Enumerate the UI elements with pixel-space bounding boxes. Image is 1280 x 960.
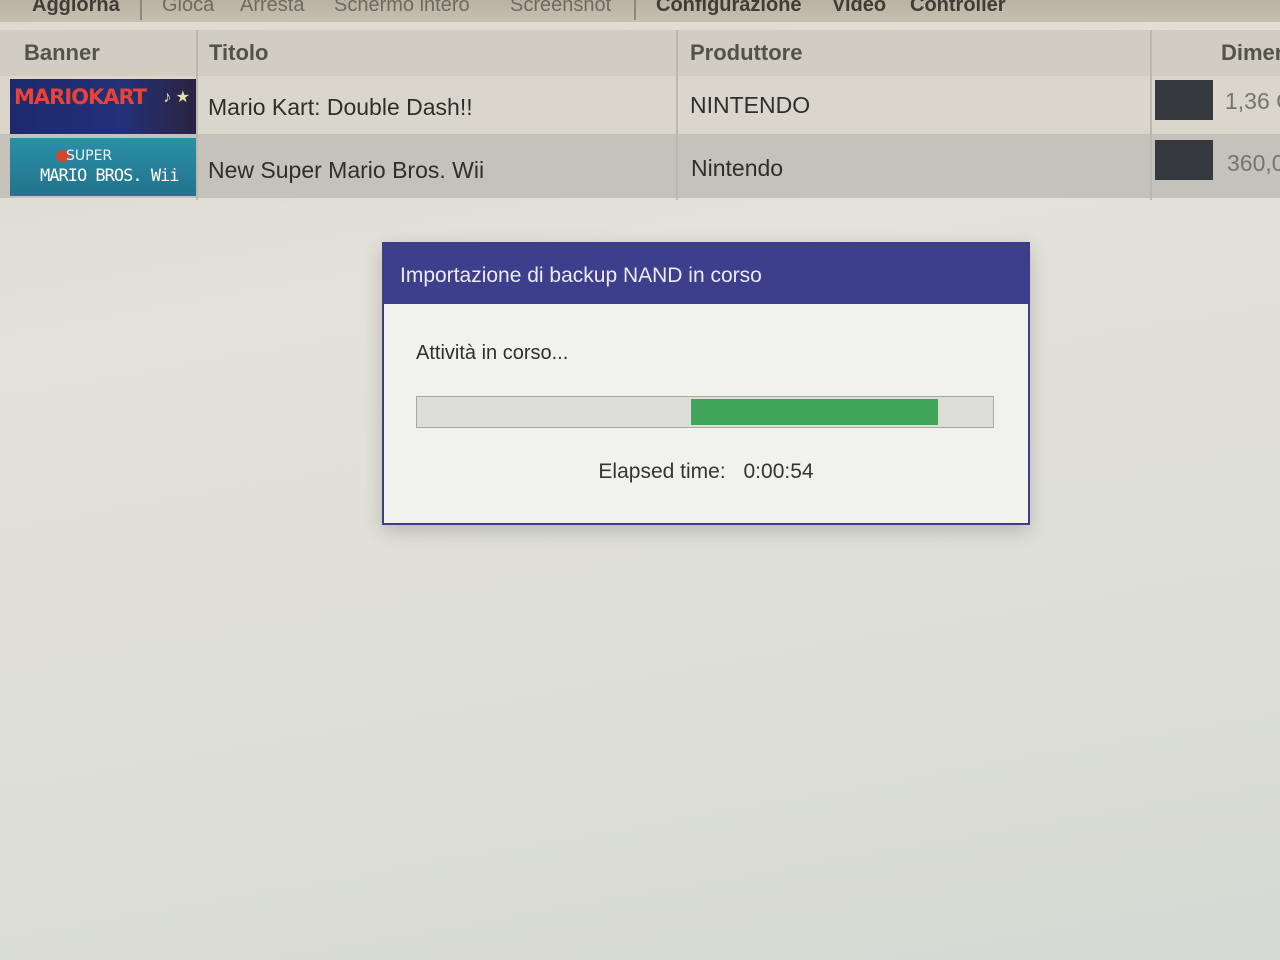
toolbar-separator <box>634 0 636 20</box>
banner-logo-text: MARIOKART <box>14 85 147 109</box>
column-header-producer[interactable]: Produttore <box>690 40 802 66</box>
progress-dialog: Importazione di backup NAND in corso Att… <box>382 242 1030 525</box>
game-producer: NINTENDO <box>690 92 811 118</box>
dialog-status-text: Attività in corso... <box>416 342 569 364</box>
column-header-title[interactable]: Titolo <box>209 40 268 66</box>
progress-bar <box>416 396 994 428</box>
toolbar-separator <box>140 0 142 20</box>
dialog-title: Importazione di backup NAND in corso <box>400 264 762 287</box>
elapsed-time-value: 0:00:54 <box>743 460 814 483</box>
game-color-swatch <box>1155 140 1213 180</box>
game-producer: Nintendo <box>691 155 784 181</box>
game-banner-image: SUPER MARIO BROS. Wii <box>10 138 196 196</box>
game-row[interactable]: MARIOKART ♪ ★ Mario Kart: Double Dash!! … <box>0 76 1280 140</box>
progress-bar-fill <box>690 399 939 425</box>
toolbar-fullscreen-button[interactable]: Schermo intero <box>334 0 470 17</box>
column-header-banner[interactable]: Banner <box>24 40 100 66</box>
banner-main-text: MARIO BROS. Wii <box>40 166 180 186</box>
banner-super-text: SUPER <box>66 148 113 164</box>
banner-decoration-icon: ♪ ★ <box>163 89 190 106</box>
game-size: 360,0 <box>1227 150 1280 176</box>
game-row[interactable]: SUPER MARIO BROS. Wii New Super Mario Br… <box>0 134 1280 198</box>
dialog-titlebar[interactable]: Importazione di backup NAND in corso <box>384 244 1028 304</box>
column-divider[interactable] <box>196 30 198 200</box>
toolbar-stop-button[interactable]: Arresta <box>240 0 304 17</box>
column-header-size[interactable]: Dimen <box>1221 40 1280 66</box>
game-color-swatch <box>1155 80 1213 120</box>
elapsed-time: Elapsed time: 0:00:54 <box>384 460 1028 484</box>
game-banner-image: MARIOKART ♪ ★ <box>10 79 196 137</box>
toolbar-refresh-button[interactable]: Aggiorna <box>32 0 120 17</box>
elapsed-time-label: Elapsed time: <box>598 460 726 483</box>
toolbar-controller-button[interactable]: Controller <box>910 0 1006 17</box>
toolbar-config-button[interactable]: Configurazione <box>656 0 802 17</box>
game-title: New Super Mario Bros. Wii <box>208 157 485 183</box>
game-size: 1,36 G <box>1225 88 1280 114</box>
game-title: Mario Kart: Double Dash!! <box>208 94 473 120</box>
column-divider[interactable] <box>676 30 678 200</box>
toolbar-video-button[interactable]: Video <box>832 0 886 17</box>
game-list-header: Banner Titolo Produttore Dimen <box>0 30 1280 77</box>
toolbar-play-button[interactable]: Gioca <box>162 0 214 17</box>
toolbar-screenshot-button[interactable]: Screenshot <box>510 0 611 17</box>
toolbar: Aggiorna Gioca Arresta Schermo intero Sc… <box>0 0 1280 22</box>
column-divider[interactable] <box>1150 30 1152 200</box>
